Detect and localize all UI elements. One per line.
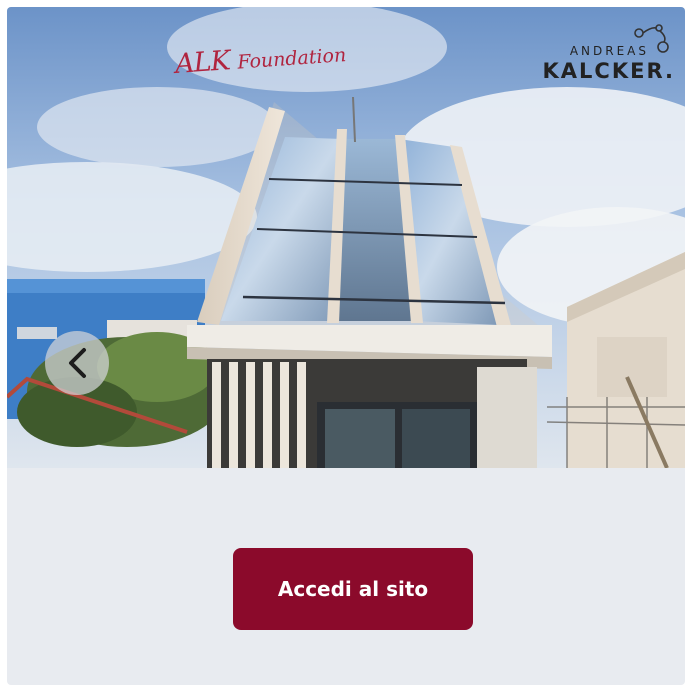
- carousel-card: ALK Foundation ANDREAS KALCKER. Accedi a…: [7, 7, 685, 685]
- signature-main-text: ALK: [174, 45, 231, 80]
- andreas-kalcker-logo: ANDREAS KALCKER.: [542, 24, 675, 83]
- enter-site-button[interactable]: Accedi al sito: [233, 548, 473, 630]
- carousel-prev-button[interactable]: [45, 331, 109, 395]
- signature-tail-text: Foundation: [236, 44, 347, 74]
- hero-slide-image: ALK Foundation ANDREAS KALCKER.: [7, 7, 685, 468]
- alk-molecule-icon: [634, 24, 669, 53]
- brand-main-text: KALCKER.: [542, 59, 675, 83]
- chevron-left-icon: [69, 348, 86, 378]
